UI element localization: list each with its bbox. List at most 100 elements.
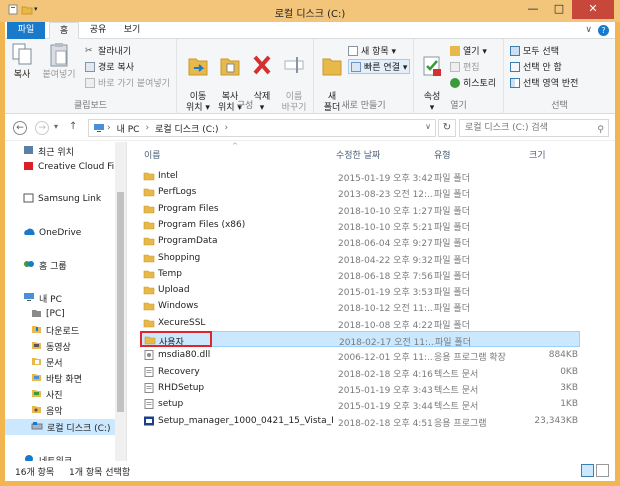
details-view-icon[interactable]: [581, 464, 594, 477]
file-row[interactable]: PerfLogs 2013-08-23 오전 12:... 파일 폴더: [140, 184, 580, 200]
clipboard-icon: [48, 42, 70, 68]
new-item-button[interactable]: 새 항목 ▾: [348, 44, 396, 57]
file-row[interactable]: Program Files (x86) 2018-10-10 오후 5:21 파일 …: [140, 217, 580, 233]
up-arrow-icon[interactable]: ↑: [69, 121, 77, 132]
nav-item-creative-cloud[interactable]: Creative Cloud Fi: [5, 159, 126, 175]
nav-item-pc-folder[interactable]: [PC]: [5, 306, 126, 322]
nav-scrollbar[interactable]: [115, 142, 126, 462]
back-button[interactable]: ←: [13, 121, 27, 135]
file-row[interactable]: Program Files 2018-10-10 오후 1:27 파일 폴더: [140, 201, 580, 217]
nav-item-pictures[interactable]: 사진: [5, 386, 126, 402]
tab-home[interactable]: 홈: [49, 22, 79, 39]
tab-share[interactable]: 공유: [83, 22, 113, 39]
file-row[interactable]: ProgramData 2018-06-04 오후 9:27 파일 폴더: [140, 233, 580, 249]
select-all-button[interactable]: 모두 선택: [510, 44, 559, 57]
address-box[interactable]: › 내 PC › 로컬 디스크 (C:) › ∨: [88, 119, 436, 137]
invert-selection-button[interactable]: 선택 영역 반전: [510, 76, 578, 89]
picture-icon: [31, 388, 42, 401]
select-none-label: 선택 안 함: [523, 63, 562, 73]
nav-item-videos[interactable]: 동영상: [5, 338, 126, 354]
nav-item-homegroup[interactable]: 홈 그룹: [5, 257, 126, 273]
history-button[interactable]: 히스토리: [450, 76, 496, 89]
column-date[interactable]: 수정한 날짜: [336, 148, 380, 161]
file-row[interactable]: msdia80.dll 2006-12-01 오후 11:... 응용 프로그램 확…: [140, 347, 580, 363]
new-item-icon: [348, 45, 358, 56]
paste-button[interactable]: 붙여넣기: [39, 42, 79, 81]
folder-icon: [31, 308, 42, 321]
file-row[interactable]: Intel 2015-01-19 오후 3:42 파일 폴더: [140, 168, 580, 184]
onedrive-icon: [23, 227, 35, 240]
pc-icon: [93, 123, 105, 136]
file-name: Temp: [158, 268, 182, 279]
file-row[interactable]: XecureSSL 2018-10-08 오후 4:22 파일 폴더: [140, 315, 580, 331]
chevron-down-icon[interactable]: ∨: [585, 25, 592, 36]
nav-label: 내 PC: [39, 294, 62, 305]
file-row[interactable]: Recovery 2018-02-18 오후 4:16 텍스트 문서 0KB: [140, 364, 580, 380]
chevron-down-icon[interactable]: ∨: [425, 122, 431, 131]
txt-icon: [143, 366, 155, 377]
help-icon[interactable]: ?: [598, 25, 609, 36]
file-row[interactable]: Temp 2018-06-18 오후 7:56 파일 폴더: [140, 266, 580, 282]
open-group: 속성 ▾ 열기 ▾ 편집 히스토리 열기: [414, 39, 504, 114]
ribbon: 복사 붙여넣기 ✂ 잘라내기 경로 복사 바로 가기 붙여넣기 클립보드 이동 위…: [5, 39, 615, 114]
forward-button[interactable]: →: [35, 121, 49, 135]
open-button[interactable]: 열기 ▾: [450, 44, 487, 57]
folder-icon: [143, 269, 155, 279]
nav-item-this-pc[interactable]: 내 PC: [5, 290, 126, 306]
file-row[interactable]: setup 2015-01-19 오후 3:44 텍스트 문서 1KB: [140, 396, 580, 412]
column-size[interactable]: 크기: [529, 148, 546, 161]
column-name[interactable]: 이름: [144, 148, 161, 161]
breadcrumb-pc[interactable]: 내 PC: [117, 122, 140, 135]
file-name: setup: [158, 399, 184, 410]
refresh-button[interactable]: ↻: [438, 119, 456, 137]
file-row[interactable]: Upload 2015-01-19 오후 3:53 파일 폴더: [140, 282, 580, 298]
copy-path-button[interactable]: 경로 복사: [85, 60, 134, 73]
tab-view[interactable]: 보기: [117, 22, 147, 39]
file-size: 1KB: [560, 399, 578, 410]
easy-access-button[interactable]: 빠른 연결 ▾: [348, 59, 411, 74]
minimize-button[interactable]: —: [520, 0, 546, 19]
nav-label: Samsung Link: [38, 194, 102, 204]
copy-button[interactable]: 복사: [9, 42, 35, 81]
column-type[interactable]: 유형: [434, 148, 451, 161]
nav-item-desktop[interactable]: 바탕 화면: [5, 370, 126, 386]
file-row[interactable]: Setup_manager_1000_0421_15_Vista_Real 201…: [140, 413, 580, 429]
select-none-button[interactable]: 선택 안 함: [510, 60, 562, 73]
explorer-window: ▾ 로컬 디스크 (C:) — □ ✕ 파일 홈 공유 보기 ∨ ? 복사 붙여…: [0, 0, 620, 486]
file-type: 파일 폴더: [434, 190, 470, 201]
file-row[interactable]: RHDSetup 2015-01-19 오후 3:43 텍스트 문서 3KB: [140, 380, 580, 396]
file-date: 2018-06-04 오후 9:27: [338, 239, 433, 250]
file-type: 파일 폴더: [434, 271, 470, 282]
nav-item-downloads[interactable]: 다운로드: [5, 322, 126, 338]
close-button[interactable]: ✕: [572, 0, 614, 19]
nav-item-samsung-link[interactable]: Samsung Link: [5, 191, 126, 207]
file-name: Upload: [158, 285, 190, 296]
nav-item-local-disk[interactable]: 로컬 디스크 (C:): [5, 419, 126, 435]
cut-button[interactable]: ✂ 잘라내기: [85, 44, 131, 58]
nav-item-music[interactable]: 음악: [5, 402, 126, 418]
tab-file[interactable]: 파일: [7, 22, 45, 39]
edit-button[interactable]: 편집: [450, 60, 480, 73]
clipboard-group: 복사 붙여넣기 ✂ 잘라내기 경로 복사 바로 가기 붙여넣기 클립보드: [5, 39, 177, 114]
nav-item-recent[interactable]: 최근 위치: [5, 143, 126, 159]
large-icons-view-icon[interactable]: [596, 464, 609, 477]
easy-access-label: 빠른 연결 ▾: [364, 63, 408, 73]
maximize-button[interactable]: □: [546, 0, 572, 19]
paste-shortcut-button[interactable]: 바로 가기 붙여넣기: [85, 76, 170, 89]
file-name: ProgramData: [158, 236, 218, 247]
file-row[interactable]: Windows 2018-10-12 오전 11:... 파일 폴더: [140, 298, 580, 314]
item-count: 16개 항목: [15, 468, 55, 478]
file-row[interactable]: Shopping 2018-04-22 오후 9:32 파일 폴더: [140, 250, 580, 266]
nav-label: 바탕 화면: [46, 374, 82, 385]
folder-icon: [143, 187, 155, 197]
nav-item-documents[interactable]: 문서: [5, 354, 126, 370]
dll-icon: [143, 350, 155, 361]
nav-item-onedrive[interactable]: OneDrive: [5, 225, 126, 241]
breadcrumb-drive[interactable]: 로컬 디스크 (C:): [155, 122, 218, 135]
search-input[interactable]: 로컬 디스크 (C:) 검색 ⚲: [459, 119, 609, 137]
folder-icon: [143, 253, 155, 263]
recent-locations-icon[interactable]: ▾: [54, 122, 58, 131]
recent-icon: [23, 145, 34, 158]
nav-scrollbar-thumb[interactable]: [117, 192, 124, 412]
copy-label: 복사: [13, 70, 31, 80]
